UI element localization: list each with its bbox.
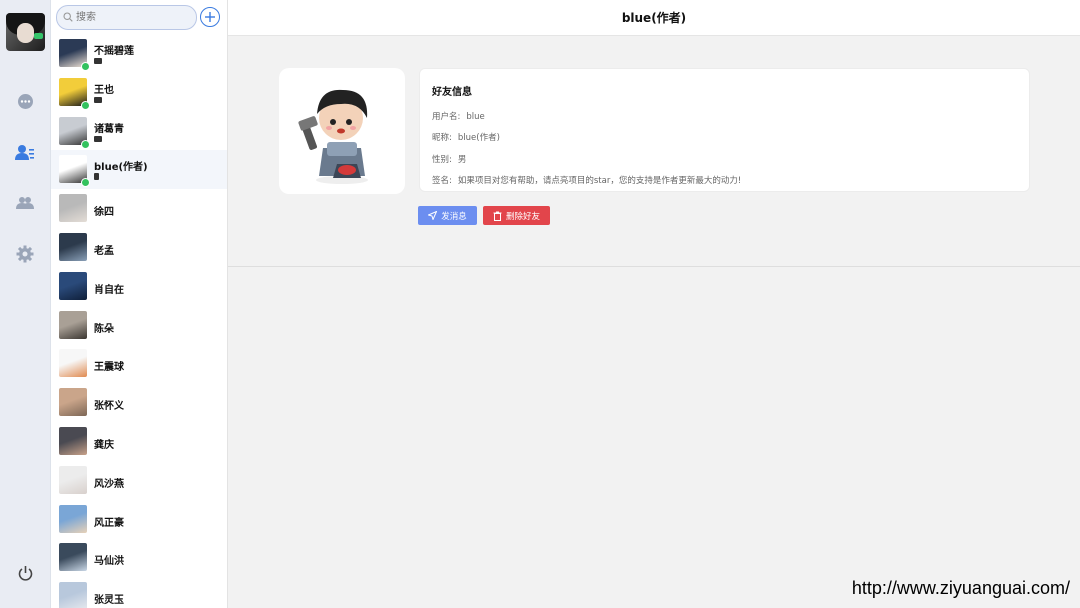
page-title: blue(作者) [621, 11, 687, 25]
avatar [59, 232, 87, 261]
username-row: 用户名: blue [432, 110, 485, 122]
signature-label: 签名: [432, 176, 452, 186]
gender-label: 性别: [432, 155, 452, 165]
friend-name: 老孟 [94, 245, 114, 257]
search-input[interactable] [76, 9, 191, 26]
contacts-icon[interactable] [13, 140, 37, 164]
my-avatar[interactable] [6, 13, 45, 51]
friend-name: 肖自在 [94, 284, 124, 296]
friend-name: 陈朵 [94, 323, 114, 335]
friend-name: 王也 [94, 84, 114, 96]
avatar [59, 388, 87, 417]
avatar [59, 504, 87, 533]
search-icon [63, 12, 73, 22]
friend-list: 不摇碧莲王也诸葛青 blue(作者) 徐四老孟肖自在陈朵王震球张怀义龚庆风沙燕风正豪… [51, 34, 227, 608]
friend-list-panel: 不摇碧莲王也诸葛青 blue(作者) 徐四老孟肖自在陈朵王震球张怀义龚庆风沙燕风正豪… [51, 0, 228, 608]
profile-avatar [279, 68, 405, 194]
nickname-row: 昵称: blue(作者) [432, 131, 500, 143]
friend-item[interactable]: 肖自在 [51, 267, 227, 306]
friend-item[interactable]: 诸葛青 [51, 112, 227, 151]
signature-value: 如果项目对您有帮助，请点亮项目的star，您的支持是作者更新最大的动力! [457, 176, 742, 186]
friend-name: 诸葛青 [94, 123, 124, 135]
friend-item[interactable]: blue(作者) [51, 150, 227, 190]
nav-rail [0, 0, 51, 608]
avatar [59, 426, 87, 455]
desktop-icon [94, 96, 102, 103]
nickname-value: blue(作者) [457, 133, 500, 143]
watermark: http://www.ziyuanguai.com/ [851, 578, 1070, 598]
section-title: 好友信息 [432, 87, 472, 98]
friend-item[interactable]: 张灵玉 [51, 577, 227, 608]
friend-name: 徐四 [94, 207, 114, 219]
gender-row: 性别: 男 [432, 153, 466, 165]
delete-friend-label: 删除好友 [505, 211, 540, 222]
send-message-button[interactable]: 发消息 [418, 206, 477, 225]
online-status-icon [81, 178, 90, 188]
desktop-icon [94, 58, 102, 64]
online-status-icon [81, 100, 90, 110]
desktop-icon [94, 135, 102, 142]
friend-item[interactable]: 老孟 [51, 228, 227, 267]
friend-item[interactable]: 龚庆 [51, 422, 227, 461]
friend-name: 张怀义 [94, 401, 124, 413]
chat-icon[interactable] [13, 89, 37, 113]
friend-item[interactable]: 马仙洪 [51, 538, 227, 577]
gender-value: 男 [457, 155, 467, 165]
friend-name: 王震球 [94, 362, 124, 374]
friend-item[interactable]: 张怀义 [51, 383, 227, 422]
avatar [59, 194, 87, 223]
group-icon[interactable] [13, 191, 37, 215]
friend-name: 马仙洪 [94, 556, 124, 568]
avatar [59, 465, 87, 494]
avatar [59, 349, 87, 378]
friend-name: 龚庆 [94, 439, 114, 451]
signature-row: 签名: 如果项目对您有帮助，请点亮项目的star，您的支持是作者更新最大的动力! [432, 174, 741, 186]
power-icon[interactable] [13, 561, 37, 585]
friend-name: 风沙燕 [94, 478, 124, 490]
online-status-icon [81, 139, 90, 149]
avatar [59, 271, 87, 300]
online-status-icon [81, 62, 90, 71]
phone-icon [94, 173, 99, 181]
username-label: 用户名: [432, 112, 461, 122]
friend-item[interactable]: 王震球 [51, 344, 227, 383]
friend-item[interactable]: 王也 [51, 73, 227, 112]
friend-name: 张灵玉 [94, 595, 124, 607]
friend-name: 不摇碧莲 [94, 46, 134, 57]
send-message-label: 发消息 [441, 211, 467, 222]
friend-item[interactable]: 风沙燕 [51, 461, 227, 500]
search-box [56, 5, 197, 30]
friend-info-card: 好友信息 用户名: blue 昵称: blue(作者) 性别: 男 签名: 如果项目对您… [419, 68, 1030, 192]
gear-icon[interactable] [13, 242, 37, 266]
avatar [59, 310, 87, 339]
friend-name: 风正豪 [94, 517, 124, 529]
friend-name: blue(作者) [94, 162, 148, 174]
send-icon [428, 211, 438, 220]
avatar [59, 543, 87, 572]
delete-friend-button[interactable]: 删除好友 [483, 206, 550, 225]
friend-item[interactable]: 风正豪 [51, 500, 227, 539]
friend-item[interactable]: 徐四 [51, 189, 227, 228]
friend-item[interactable]: 陈朵 [51, 306, 227, 345]
avatar [59, 582, 87, 608]
trash-icon [493, 211, 502, 221]
plus-icon [205, 12, 215, 22]
online-status-icon [34, 33, 43, 39]
add-friend-button[interactable] [200, 7, 220, 27]
friend-item[interactable]: 不摇碧莲 [51, 34, 227, 73]
username-value: blue [466, 112, 485, 122]
header: blue(作者) [228, 0, 1080, 36]
nickname-label: 昵称: [432, 133, 452, 143]
friend-profile: 好友信息 用户名: blue 昵称: blue(作者) 性别: 男 签名: 如果项目对您… [228, 36, 1080, 267]
